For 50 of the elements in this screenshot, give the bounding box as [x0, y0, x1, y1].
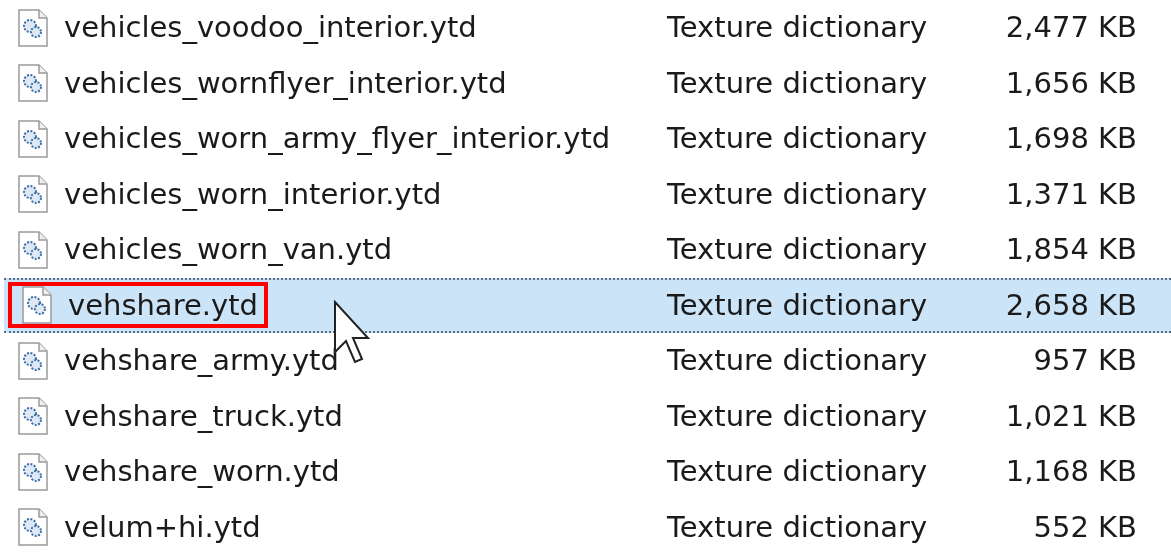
file-icon [18, 175, 48, 214]
file-row[interactable]: vehshare_army.ytd Texture dictionary 957 KB [4, 333, 1171, 389]
file-type: Texture dictionary [667, 342, 929, 379]
file-name: vehshare_worn.ytd [64, 453, 340, 490]
file-size: 1,854 KB [1004, 231, 1137, 268]
file-type: Texture dictionary [667, 231, 929, 268]
file-icon [18, 8, 48, 47]
file-name: vehicles_worn_army_flyer_interior.ytd [64, 120, 611, 157]
file-type: Texture dictionary [667, 64, 929, 102]
file-icon [18, 397, 48, 436]
file-type: Texture dictionary [667, 175, 929, 213]
file-size: 2,658 KB [1004, 286, 1137, 324]
file-type: Texture dictionary [667, 508, 929, 546]
file-name: vehicles_worn_van.ytd [64, 231, 393, 268]
file-size: 1,698 KB [1004, 120, 1137, 157]
file-size: 957 KB [1032, 342, 1137, 379]
file-name: vehshare_army.ytd [64, 342, 339, 379]
file-type: Texture dictionary [667, 9, 929, 46]
file-row[interactable]: velum+hi.ytd Texture dictionary 552 KB [4, 499, 1171, 555]
file-icon [22, 286, 52, 325]
file-name: vehicles_voodoo_interior.ytd [64, 9, 477, 46]
file-type: Texture dictionary [667, 120, 929, 157]
file-icon [18, 341, 48, 380]
file-name: velum+hi.ytd [64, 508, 261, 546]
file-icon [18, 230, 48, 269]
file-size: 2,477 KB [1004, 9, 1137, 46]
file-row[interactable]: vehicles_worn_army_flyer_interior.ytd Texture dictionary 1,698 KB [4, 111, 1171, 167]
file-type: Texture dictionary [667, 286, 929, 324]
file-size: 1,021 KB [1004, 397, 1137, 435]
file-row[interactable]: vehicles_worn_van.ytd Texture dictionary 1,854 KB [4, 222, 1171, 278]
file-row[interactable]: vehshare_truck.ytd Texture dictionary 1,021 KB [4, 388, 1171, 444]
file-row[interactable]: vehshare.ytd Texture dictionary 2,658 KB [4, 277, 1171, 333]
file-row[interactable]: vehicles_voodoo_interior.ytd Texture dictionary 2,477 KB [4, 0, 1171, 56]
file-type: Texture dictionary [667, 397, 929, 435]
file-type: Texture dictionary [667, 453, 929, 490]
file-name: vehicles_worn_interior.ytd [64, 175, 442, 213]
file-size: 1,656 KB [1004, 64, 1137, 102]
file-row[interactable]: vehicles_worn_interior.ytd Texture dictionary 1,371 KB [4, 166, 1171, 222]
file-size: 1,371 KB [1004, 175, 1137, 213]
file-size: 1,168 KB [1004, 453, 1137, 490]
file-icon [18, 508, 48, 547]
file-name: vehshare_truck.ytd [64, 397, 343, 435]
file-row[interactable]: vehicles_wornflyer_interior.ytd Texture dictionary 1,656 KB [4, 55, 1171, 111]
file-name: vehicles_wornflyer_interior.ytd [64, 64, 507, 102]
file-icon [18, 64, 48, 103]
file-icon [18, 452, 48, 491]
file-size: 552 KB [1032, 508, 1137, 546]
file-name: vehshare.ytd [68, 286, 258, 324]
file-row[interactable]: vehshare_worn.ytd Texture dictionary 1,168 KB [4, 444, 1171, 500]
file-icon [18, 119, 48, 158]
